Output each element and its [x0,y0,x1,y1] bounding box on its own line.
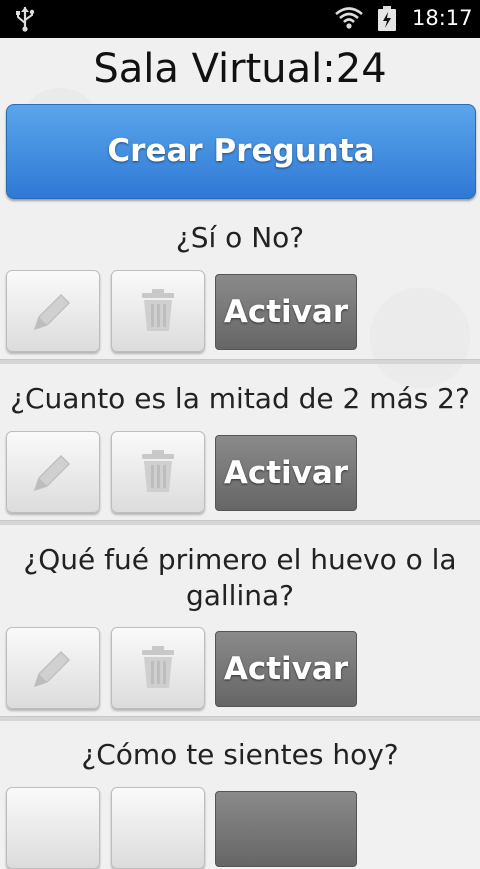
activate-question-button[interactable] [215,791,357,867]
usb-icon [16,7,35,32]
edit-question-button[interactable] [6,270,100,352]
question-text: ¿Cómo te sientes hoy? [81,738,399,771]
status-bar: 18:17 [0,0,480,38]
main-content: Sala Virtual:24 Crear Pregunta ¿Sí o No?… [0,38,480,869]
trash-icon [142,450,174,492]
wifi-icon [335,7,363,29]
delete-question-button[interactable] [111,627,205,709]
delete-question-button[interactable] [111,787,205,869]
question-text: ¿Sí o No? [175,221,305,254]
status-time: 18:17 [412,6,473,30]
divider [0,359,480,364]
create-question-button[interactable]: Crear Pregunta [6,104,476,199]
delete-question-button[interactable] [111,270,205,352]
delete-question-button[interactable] [111,431,205,513]
pencil-icon [33,454,71,492]
divider [0,716,480,721]
question-text: ¿Cuanto es la mitad de 2 más 2? [10,382,470,415]
page-title: Sala Virtual:24 [93,46,387,92]
activate-question-button[interactable]: Activar [215,631,357,707]
pencil-icon [33,293,71,331]
divider [0,520,480,525]
edit-question-button[interactable] [6,431,100,513]
trash-icon [142,289,174,331]
activate-question-button[interactable]: Activar [215,274,357,350]
trash-icon [142,646,174,688]
activate-question-button[interactable]: Activar [215,435,357,511]
battery-charging-icon [378,6,396,31]
edit-question-button[interactable] [6,627,100,709]
pencil-icon [33,650,71,688]
edit-question-button[interactable] [6,787,100,869]
question-text: ¿Qué fué primero el huevo o la gallina? [23,543,457,612]
